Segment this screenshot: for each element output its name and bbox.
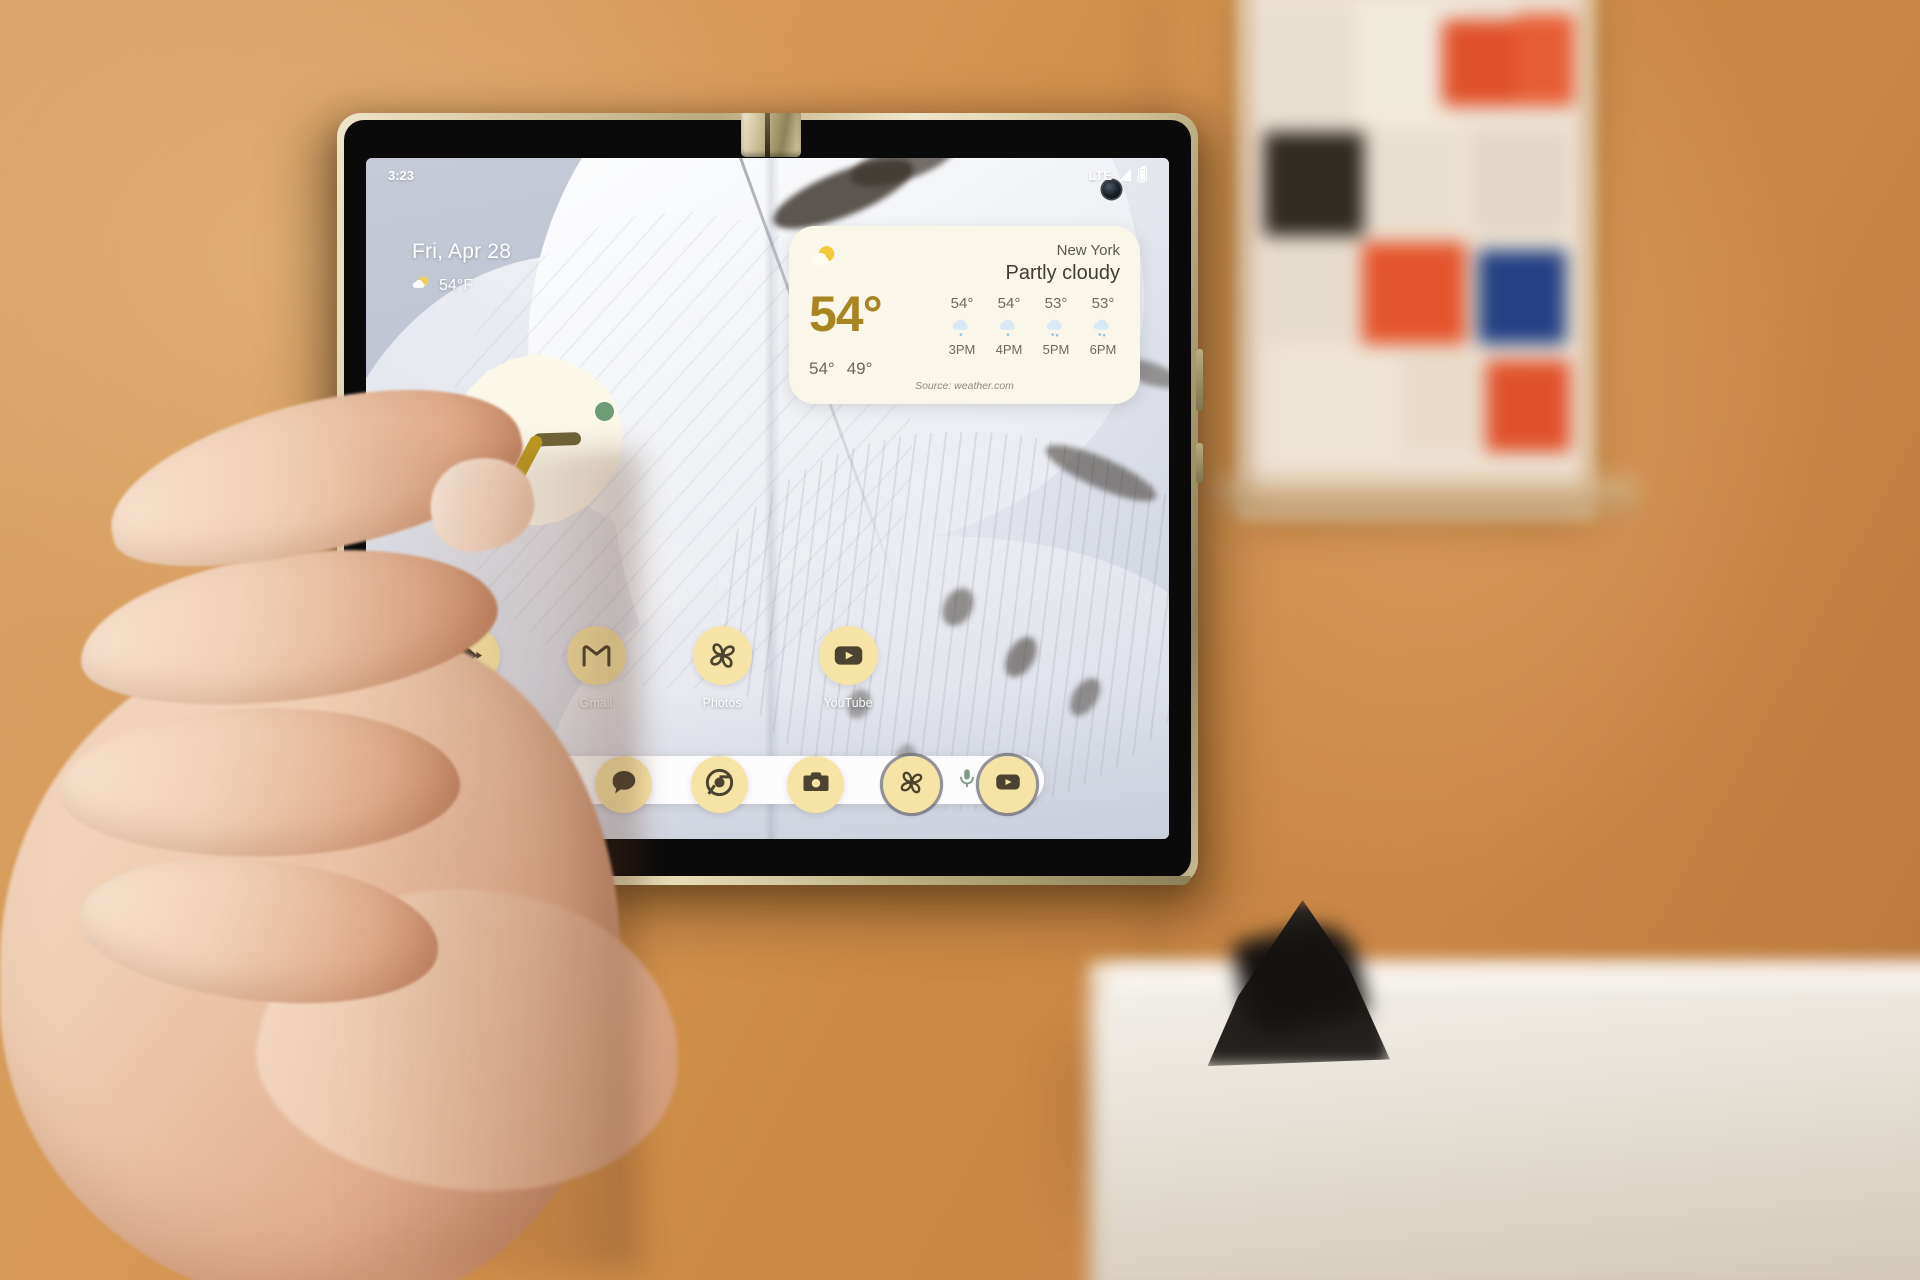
weather-hourly-forecast: 54° 3PM 54° 4PM 53° 5PM 53° 6PM [945,289,1120,357]
google-photos-icon [897,768,926,802]
status-bar-clock: 3:23 [388,167,415,183]
weather-city: New York [1056,242,1120,259]
signal-bars-icon [1119,169,1131,181]
hourly-time: 5PM [1042,342,1070,357]
hinge [741,113,801,157]
status-bar: 3:23 LTE [366,158,1169,192]
hourly-forecast-item: 53° 5PM [1039,295,1073,357]
rain-cloud-icon [1039,312,1073,342]
at-a-glance-date: Fri, Apr 28 [412,240,512,263]
hourly-temp: 53° [1091,295,1115,312]
at-a-glance-widget[interactable]: Fri, Apr 28 54°F [412,240,511,298]
hinge-seam [765,113,770,157]
app-label: YouTube [823,696,873,710]
hourly-forecast-item: 54° 4PM [992,295,1026,357]
volume-button[interactable] [1196,443,1203,483]
hourly-forecast-item: 54° 3PM [945,295,979,357]
shelf [1218,478,1638,514]
rain-cloud-icon [992,312,1026,342]
hand-holding-device [0,330,820,1280]
at-a-glance-temperature: 54°F [439,277,473,294]
rain-cloud-icon [945,312,979,342]
youtube-icon [993,767,1023,802]
hourly-temp: 53° [1044,295,1068,312]
hand-shadow [340,450,640,1270]
desk-edge [1090,962,1920,986]
artwork-frame [1238,0,1594,518]
hourly-forecast-item: 53° 6PM [1086,295,1120,357]
dock-youtube-button[interactable] [979,756,1036,813]
weather-source: Source: weather.com [915,380,1014,392]
weather-condition-icon [809,242,839,277]
app-youtube[interactable]: YouTube [808,626,888,710]
weather-widget[interactable]: New York Partly cloudy 54° 54° 49° 54° 3… [789,226,1140,404]
desk-surface [1090,968,1920,1280]
battery-icon [1138,165,1147,182]
hourly-temp: 54° [997,295,1021,312]
hourly-time: 3PM [948,342,976,357]
hourly-temp: 54° [950,295,974,312]
hourly-time: 4PM [995,342,1023,357]
weather-low: 49° [846,359,873,378]
dock-photos-button[interactable] [883,756,940,813]
partly-cloudy-icon [412,274,431,298]
hourly-time: 6PM [1089,342,1117,357]
rain-cloud-icon [1086,312,1120,342]
status-bar-network-label: LTE [1088,167,1112,183]
power-button[interactable] [1196,349,1203,411]
youtube-icon [818,626,878,685]
weather-condition: Partly cloudy [1005,262,1121,284]
